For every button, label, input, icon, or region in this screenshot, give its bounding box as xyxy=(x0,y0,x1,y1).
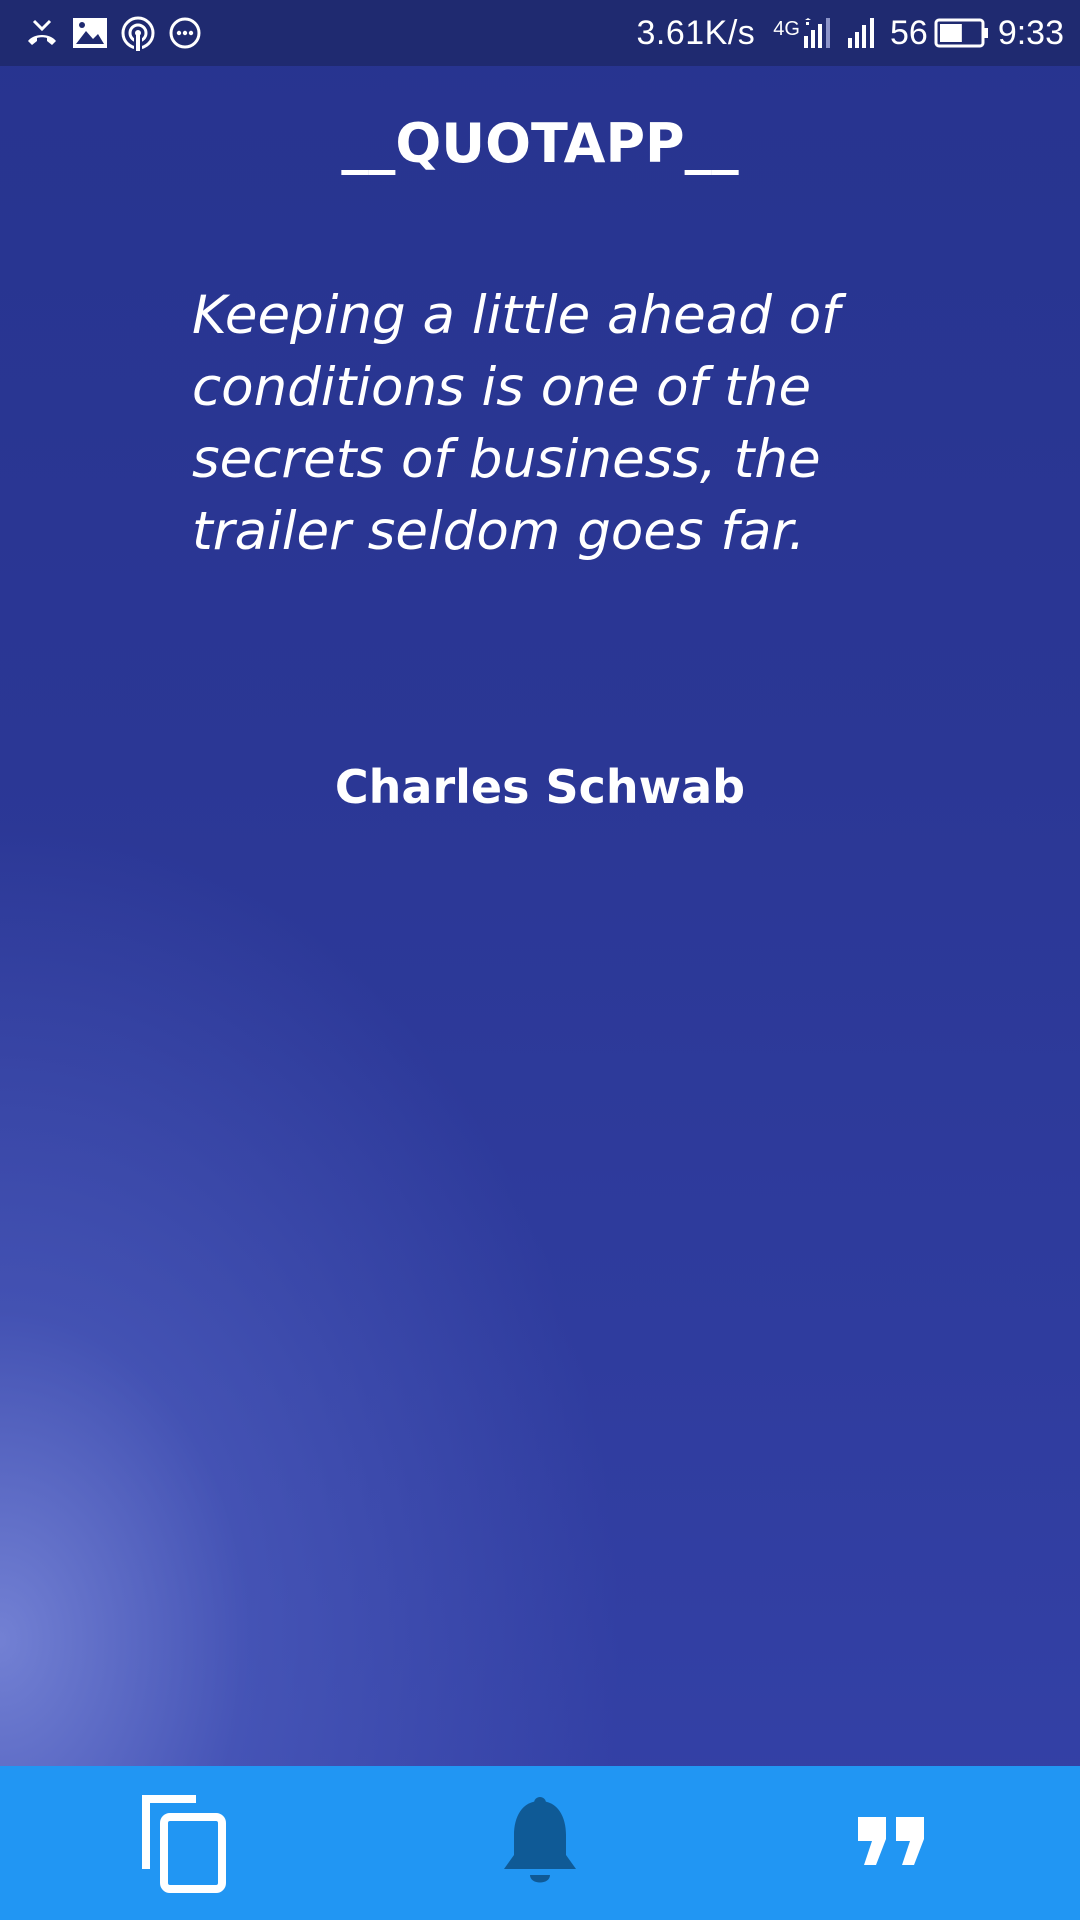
battery-percent: 56 xyxy=(889,13,928,52)
hotspot-icon xyxy=(120,15,156,51)
quotes-button[interactable] xyxy=(792,1766,992,1920)
bottom-navigation xyxy=(0,1766,1080,1920)
app-title: __QUOTAPP__ xyxy=(341,112,739,175)
quote-text: Keeping a little ahead of conditions is … xyxy=(192,285,840,562)
missed-call-icon xyxy=(24,15,60,51)
quote-screen: 3.61K/s 4G 56 9:33 __QUOTAPP__ Keeping a… xyxy=(0,0,1080,1920)
status-system-icons: 3.61K/s 4G 56 9:33 xyxy=(636,10,1064,56)
status-notification-icons xyxy=(24,14,214,52)
clock: 9:33 xyxy=(997,13,1064,52)
network-speed: 3.61K/s xyxy=(636,13,756,52)
bell-icon xyxy=(504,1797,576,1883)
image-icon xyxy=(72,17,108,49)
status-bar: 3.61K/s 4G 56 9:33 xyxy=(0,0,1080,66)
signal-icon-2 xyxy=(846,18,880,48)
quote-author: Charles Schwab xyxy=(334,760,746,814)
copy-button[interactable] xyxy=(84,1766,284,1920)
signal-icon xyxy=(802,18,836,48)
more-icon xyxy=(168,16,202,50)
network-type: 4G xyxy=(773,17,800,40)
quote-icon xyxy=(858,1817,924,1865)
battery-icon xyxy=(934,18,990,48)
notifications-button[interactable] xyxy=(440,1766,640,1920)
copy-icon xyxy=(142,1795,226,1893)
